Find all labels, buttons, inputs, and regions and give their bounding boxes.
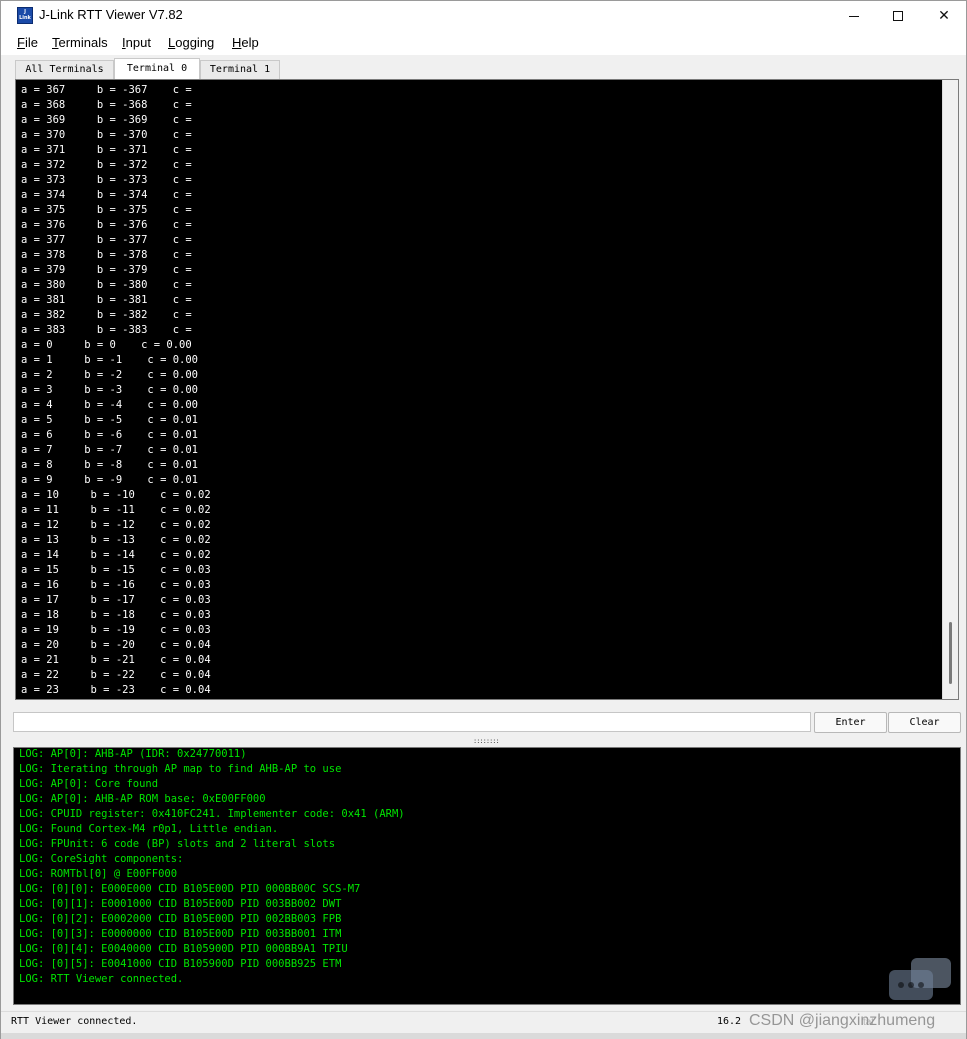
terminal-line: a = 381 b = -381 c = [21, 294, 192, 306]
terminal-scrollbar[interactable] [942, 80, 958, 699]
log-line: LOG: RTT Viewer connected. [19, 973, 184, 985]
terminal-line: a = 374 b = -374 c = [21, 189, 192, 201]
terminal-line: a = 370 b = -370 c = [21, 129, 192, 141]
jlink-logo-icon: J Link [17, 7, 33, 24]
watermark-text: CSDN @jiangxinzhumeng [749, 1012, 936, 1029]
tab-terminal-0[interactable]: Terminal 0 [114, 58, 200, 79]
terminal-output[interactable]: a = 367 b = -367 c = a = 368 b = -368 c =… [15, 79, 959, 700]
log-line: LOG: [0][1]: E0001000 CID B105E00D PID 0… [19, 898, 342, 910]
log-line: LOG: Found Cortex-M4 r0p1, Little endian… [19, 823, 279, 835]
log-line: LOG: CPUID register: 0x410FC241. Impleme… [19, 808, 405, 820]
terminal-line: a = 375 b = -375 c = [21, 204, 192, 216]
terminal-lines: a = 367 b = -367 c = a = 368 b = -368 c =… [21, 83, 211, 698]
log-line: LOG: [0][4]: E0040000 CID B105900D PID 0… [19, 943, 348, 955]
chat-bubble-icon [889, 958, 951, 1000]
log-line: LOG: AP[0]: AHB-AP ROM base: 0xE00FF000 [19, 793, 266, 805]
terminal-line: a = 382 b = -382 c = [21, 309, 192, 321]
terminal-line: a = 14 b = -14 c = 0.02 [21, 549, 211, 561]
terminal-line: a = 383 b = -383 c = [21, 324, 192, 336]
tab-terminal-1[interactable]: Terminal 1 [200, 60, 280, 79]
terminal-line: a = 4 b = -4 c = 0.00 [21, 399, 199, 411]
log-line: LOG: AP[0]: Core found [19, 778, 159, 790]
terminal-line: a = 9 b = -9 c = 0.01 [21, 474, 199, 486]
terminal-line: a = 10 b = -10 c = 0.02 [21, 489, 211, 501]
terminal-line: a = 378 b = -378 c = [21, 249, 192, 261]
terminal-line: a = 11 b = -11 c = 0.02 [21, 504, 211, 516]
log-line: LOG: AP[0]: AHB-AP (IDR: 0x24770011) [19, 748, 247, 760]
log-line: LOG: [0][3]: E0000000 CID B105E00D PID 0… [19, 928, 342, 940]
terminal-line: a = 380 b = -380 c = [21, 279, 192, 291]
menu-input[interactable]: Input [122, 35, 151, 50]
log-line: LOG: [0][2]: E0002000 CID B105E00D PID 0… [19, 913, 342, 925]
terminal-line: a = 22 b = -22 c = 0.04 [21, 669, 211, 681]
app-window: J Link J-Link RTT Viewer V7.82 ✕ File Ter… [0, 0, 967, 1039]
terminal-line: a = 13 b = -13 c = 0.02 [21, 534, 211, 546]
terminal-line: a = 8 b = -8 c = 0.01 [21, 459, 199, 471]
terminal-line: a = 5 b = -5 c = 0.01 [21, 414, 199, 426]
terminal-line: a = 23 b = -23 c = 0.04 [21, 684, 211, 696]
pane-splitter[interactable]: :::::::: [473, 738, 503, 745]
terminal-line: a = 6 b = -6 c = 0.01 [21, 429, 199, 441]
title-bar[interactable]: J Link J-Link RTT Viewer V7.82 ✕ [1, 1, 966, 31]
terminal-line: a = 2 b = -2 c = 0.00 [21, 369, 199, 381]
terminal-line: a = 371 b = -371 c = [21, 144, 192, 156]
terminal-line: a = 0 b = 0 c = 0.00 [21, 339, 192, 351]
terminal-line: a = 376 b = -376 c = [21, 219, 192, 231]
status-message: RTT Viewer connected. [11, 1016, 138, 1027]
terminal-line: a = 372 b = -372 c = [21, 159, 192, 171]
maximize-icon [893, 11, 903, 21]
terminal-line: a = 7 b = -7 c = 0.01 [21, 444, 199, 456]
status-bar: RTT Viewer connected. 16.2 CSDN @jiangxi… [1, 1011, 966, 1033]
close-icon: ✕ [938, 8, 950, 24]
log-lines: LOG: AP[0]: AHB-AP (IDR: 0x24770011) LOG:… [19, 748, 405, 987]
terminal-line: a = 20 b = -20 c = 0.04 [21, 639, 211, 651]
terminal-line: a = 368 b = -368 c = [21, 99, 192, 111]
log-line: LOG: Iterating through AP map to find AH… [19, 763, 342, 775]
clear-button[interactable]: Clear [888, 712, 961, 733]
terminal-line: a = 1 b = -1 c = 0.00 [21, 354, 199, 366]
terminal-input[interactable] [13, 712, 811, 732]
status-data-size: 16.2 [717, 1016, 742, 1027]
terminal-line: a = 373 b = -373 c = [21, 174, 192, 186]
terminal-line: a = 377 b = -377 c = [21, 234, 192, 246]
terminal-line: a = 16 b = -16 c = 0.03 [21, 579, 211, 591]
terminal-line: a = 379 b = -379 c = [21, 264, 192, 276]
window-title: J-Link RTT Viewer V7.82 [39, 7, 183, 22]
menu-logging[interactable]: Logging [168, 35, 214, 50]
bottom-edge [1, 1033, 966, 1039]
terminal-scroll-thumb[interactable] [949, 622, 952, 684]
terminal-line: a = 367 b = -367 c = [21, 84, 192, 96]
log-line: LOG: FPUnit: 6 code (BP) slots and 2 lit… [19, 838, 336, 850]
terminal-line: a = 17 b = -17 c = 0.03 [21, 594, 211, 606]
log-line: LOG: CoreSight components: [19, 853, 184, 865]
terminal-line: a = 15 b = -15 c = 0.03 [21, 564, 211, 576]
terminal-line: a = 21 b = -21 c = 0.04 [21, 654, 211, 666]
status-right-text: tat [863, 1017, 875, 1028]
terminal-line: a = 369 b = -369 c = [21, 114, 192, 126]
log-line: LOG: ROMTbl[0] @ E00FF000 [19, 868, 178, 880]
minimize-button[interactable] [831, 1, 877, 31]
menu-bar: File Terminals Input Logging Help [1, 31, 966, 55]
menu-terminals[interactable]: Terminals [52, 35, 108, 50]
terminal-line: a = 3 b = -3 c = 0.00 [21, 384, 199, 396]
menu-help[interactable]: Help [232, 35, 259, 50]
app-icon-sub: Link [19, 15, 31, 21]
log-line: LOG: [0][0]: E000E000 CID B105E00D PID 0… [19, 883, 361, 895]
tab-all-terminals[interactable]: All Terminals [15, 60, 114, 79]
terminal-line: a = 12 b = -12 c = 0.02 [21, 519, 211, 531]
terminal-line: a = 19 b = -19 c = 0.03 [21, 624, 211, 636]
terminal-line: a = 18 b = -18 c = 0.03 [21, 609, 211, 621]
close-button[interactable]: ✕ [921, 1, 967, 31]
log-output[interactable]: LOG: AP[0]: AHB-AP (IDR: 0x24770011) LOG:… [13, 747, 961, 1005]
log-line: LOG: [0][5]: E0041000 CID B105900D PID 0… [19, 958, 342, 970]
enter-button[interactable]: Enter [814, 712, 887, 733]
minimize-icon [849, 15, 859, 17]
menu-file[interactable]: File [17, 35, 38, 50]
maximize-button[interactable] [875, 1, 921, 31]
